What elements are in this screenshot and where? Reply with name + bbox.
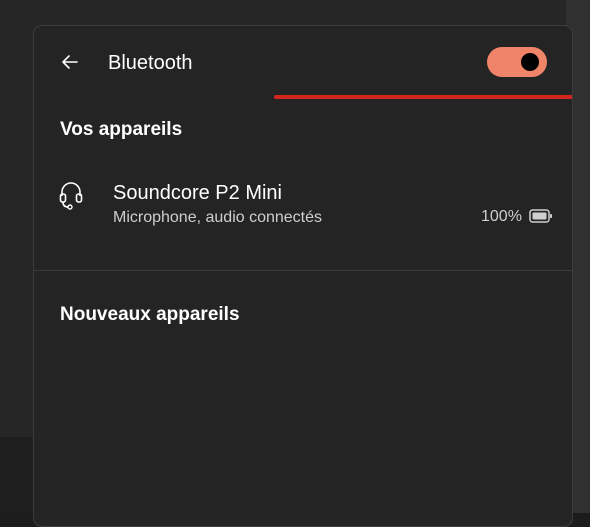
page-title: Bluetooth — [108, 52, 193, 74]
section-divider — [34, 270, 572, 271]
device-status: Microphone, audio connectés — [113, 209, 323, 226]
back-button[interactable] — [56, 48, 84, 76]
toggle-knob — [521, 53, 539, 71]
battery-level: 100% — [481, 208, 522, 225]
bluetooth-panel: Bluetooth Vos appareils Soundcore P2 Min… — [33, 25, 573, 527]
section-title-my-devices: Vos appareils — [60, 119, 183, 140]
back-arrow-icon — [62, 55, 78, 69]
device-item-soundcore[interactable]: Soundcore P2 Mini Microphone, audio conn… — [34, 166, 572, 236]
headset-icon — [59, 182, 83, 210]
red-annotation-underline — [274, 95, 572, 99]
device-name: Soundcore P2 Mini — [113, 182, 282, 204]
desktop-taskbar-area — [0, 437, 34, 513]
bluetooth-toggle[interactable] — [487, 47, 547, 77]
panel-header: Bluetooth — [34, 26, 572, 98]
battery-icon — [529, 209, 552, 223]
section-title-new-devices: Nouveaux appareils — [60, 304, 240, 325]
